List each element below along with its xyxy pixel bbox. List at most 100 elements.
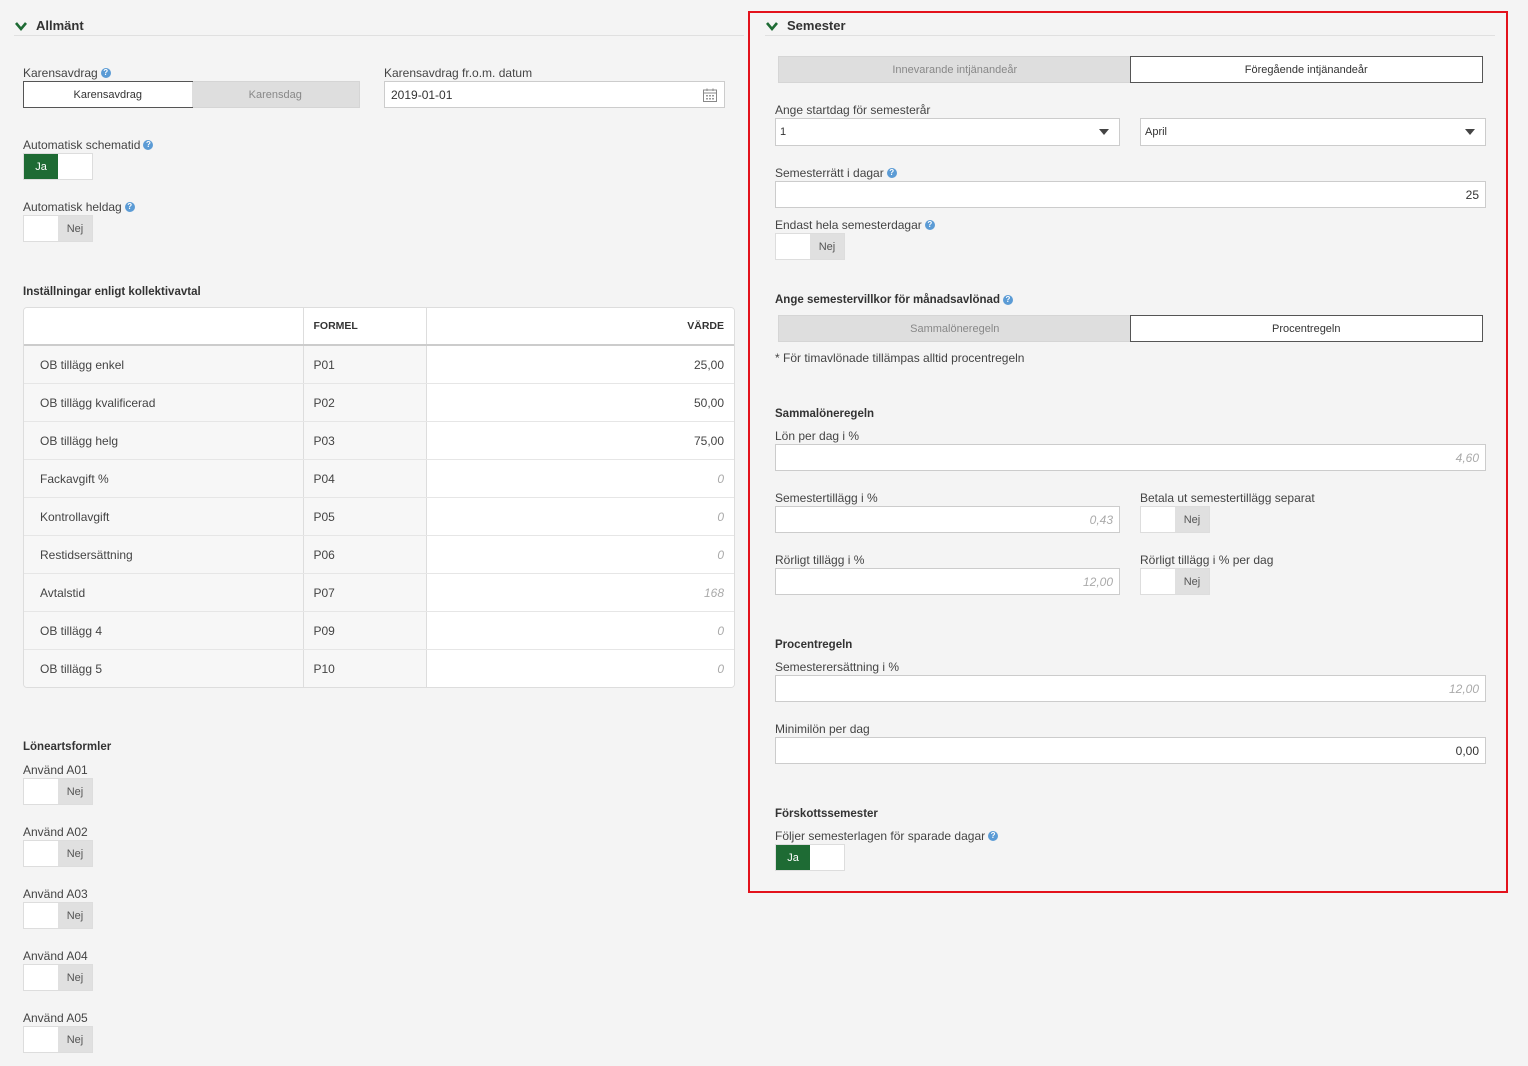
help-icon[interactable]: ?	[1002, 295, 1013, 305]
row-name: OB tillägg enkel	[24, 345, 304, 384]
rorligt-label: Rörligt tillägg i %	[775, 553, 865, 567]
row-formel: P07	[303, 573, 427, 612]
row-value-input[interactable]: 25,00	[426, 345, 734, 384]
help-icon[interactable]: ?	[100, 68, 111, 78]
forskott-title: Förskottssemester	[775, 808, 878, 820]
column-header-name	[24, 308, 304, 346]
foljer-toggle[interactable]: Ja	[775, 844, 845, 871]
row-value-input[interactable]: 75,00	[426, 421, 734, 460]
section-header-semester[interactable]: Semester	[765, 18, 846, 33]
table-row: OB tillägg 5 P10 0	[24, 649, 734, 687]
toggle-state: Nej	[1175, 569, 1209, 594]
caret-down-icon	[1465, 129, 1475, 135]
karensavdrag-option[interactable]: Karensavdrag	[23, 81, 193, 108]
rorligt-dag-toggle[interactable]: Nej	[1140, 568, 1210, 595]
help-icon[interactable]: ?	[886, 168, 897, 178]
row-value-input[interactable]: 0	[426, 611, 734, 650]
loneart-label: Använd A02	[23, 825, 88, 839]
row-value-input[interactable]: 0	[426, 649, 734, 687]
row-value-input[interactable]: 0	[426, 497, 734, 536]
toggle-state: Ja	[24, 154, 58, 179]
karens-date-label: Karensavdrag fr.o.m. datum	[384, 66, 533, 80]
input-placeholder: 12,00	[1448, 681, 1479, 696]
loneart-title: Löneartsformler	[23, 741, 112, 753]
loneart-toggle[interactable]: Nej	[23, 778, 93, 805]
row-name: OB tillägg 5	[24, 649, 304, 687]
column-header-varde: VÄRDE	[426, 308, 734, 346]
tillagg-label: Semestertillägg i %	[775, 491, 878, 505]
loneart-toggle[interactable]: Nej	[23, 1026, 93, 1053]
auto-heldag-label: Automatisk heldag?	[23, 200, 135, 214]
ratt-input[interactable]: 25	[775, 181, 1486, 208]
row-name: Fackavgift %	[24, 459, 304, 498]
procentregeln-option[interactable]: Procentregeln	[1129, 315, 1483, 342]
column-header-formel: FORMEL	[303, 308, 427, 346]
caret-down-icon	[1099, 129, 1109, 135]
startdag-day-select[interactable]: 1	[775, 118, 1120, 146]
table-row: OB tillägg helg P03 75,00	[24, 421, 734, 460]
table-header-row: FORMEL VÄRDE	[24, 308, 734, 346]
row-name: Restidsersättning	[24, 535, 304, 574]
toggle-state: Nej	[58, 216, 92, 241]
input-placeholder: 4,60	[1455, 450, 1479, 465]
toggle-state: Nej	[58, 965, 92, 990]
row-value-input[interactable]: 0	[426, 535, 734, 574]
sammal-title: Sammalöneregeln	[775, 408, 875, 420]
foljer-label: Följer semesterlagen för sparade dagar?	[775, 829, 999, 843]
table-row: OB tillägg 4 P09 0	[24, 611, 734, 650]
toggle-state: Nej	[58, 903, 92, 928]
help-icon[interactable]: ?	[143, 140, 154, 150]
section-header-allmant[interactable]: Allmänt	[14, 18, 84, 33]
row-formel: P09	[303, 611, 427, 650]
input-placeholder: 12,00	[1082, 574, 1113, 589]
minimilon-input[interactable]: 0,00	[775, 737, 1486, 764]
ersattning-input[interactable]: 12,00	[775, 675, 1486, 702]
calendar-icon[interactable]	[702, 87, 718, 103]
auto-heldag-toggle[interactable]: Nej	[23, 215, 93, 242]
lon-per-dag-input[interactable]: 4,60	[775, 444, 1486, 471]
input-value: 25	[1465, 187, 1479, 202]
row-value-input[interactable]: 50,00	[426, 383, 734, 422]
row-value-input[interactable]: 0	[426, 459, 734, 498]
table-row: Fackavgift % P04 0	[24, 459, 734, 498]
loneart-label: Använd A04	[23, 949, 88, 963]
chevron-down-icon	[766, 21, 778, 31]
row-formel: P10	[303, 649, 427, 687]
divider	[14, 35, 744, 36]
loneart-toggle[interactable]: Nej	[23, 902, 93, 929]
betala-toggle[interactable]: Nej	[1140, 506, 1210, 533]
toggle-state: Ja	[776, 845, 810, 870]
toggle-state: Nej	[810, 234, 844, 259]
villkor-label: Ange semestervillkor för månadsavlönad?	[775, 294, 1013, 306]
toggle-state: Nej	[58, 1027, 92, 1052]
row-name: OB tillägg kvalificerad	[24, 383, 304, 422]
rorligt-dag-label: Rörligt tillägg i % per dag	[1140, 553, 1274, 567]
row-formel: P02	[303, 383, 427, 422]
loneart-toggle[interactable]: Nej	[23, 840, 93, 867]
tab-foregaende[interactable]: Föregående intjänandeår	[1129, 56, 1483, 83]
toggle-state: Nej	[58, 779, 92, 804]
help-icon[interactable]: ?	[988, 831, 999, 841]
help-icon[interactable]: ?	[124, 202, 135, 212]
karensdag-option[interactable]: Karensdag	[191, 82, 359, 107]
rorligt-input[interactable]: 12,00	[775, 568, 1120, 595]
table-row: OB tillägg enkel P01 25,00	[24, 345, 734, 384]
row-name: OB tillägg helg	[24, 421, 304, 460]
sammaloneregeln-option[interactable]: Sammalöneregeln	[779, 316, 1131, 341]
table-row: Kontrollavgift P05 0	[24, 497, 734, 536]
karens-date-input[interactable]: 2019-01-01	[384, 81, 725, 108]
loneart-label: Använd A03	[23, 887, 88, 901]
startdag-month-select[interactable]: April	[1140, 118, 1486, 146]
loneart-label: Använd A01	[23, 763, 88, 777]
row-value-input[interactable]: 168	[426, 573, 734, 612]
loneart-label: Använd A05	[23, 1011, 88, 1025]
tillagg-input[interactable]: 0,43	[775, 506, 1120, 533]
help-icon[interactable]: ?	[924, 220, 935, 230]
loneart-toggle[interactable]: Nej	[23, 964, 93, 991]
procent-title: Procentregeln	[775, 639, 853, 651]
villkor-segment: Sammalöneregeln Procentregeln	[778, 315, 1483, 342]
tab-innevarande[interactable]: Innevarande intjänandeår	[779, 57, 1131, 82]
hela-toggle[interactable]: Nej	[775, 233, 845, 260]
auto-schematid-toggle[interactable]: Ja	[23, 153, 93, 180]
row-name: OB tillägg 4	[24, 611, 304, 650]
